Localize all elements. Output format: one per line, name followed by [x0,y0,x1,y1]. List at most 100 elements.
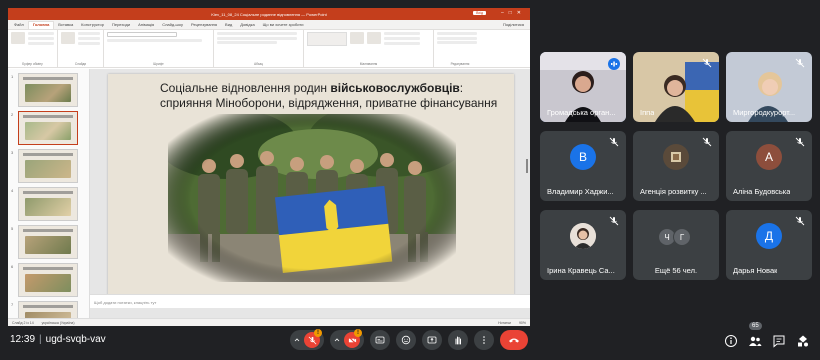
paste-icon[interactable] [11,32,25,44]
participant-tile[interactable]: Іппа [633,52,719,122]
microphone-control[interactable]: ! [290,329,324,350]
slide-scrollbar[interactable] [526,159,528,173]
mic-off-icon [609,137,619,147]
tab-slideshow[interactable]: Слайд-шоу [158,22,187,29]
participant-name: Ірина Кравець Са... [547,266,615,275]
participant-tile[interactable]: Агенція розвитку ... [633,131,719,201]
raise-hand-button[interactable] [448,330,468,350]
tab-insert[interactable]: Вставка [54,22,77,29]
slide-thumbnail[interactable]: 4 [11,187,78,221]
chevron-up-icon[interactable] [294,337,300,343]
chat-button[interactable] [772,334,786,348]
captions-button[interactable] [370,330,390,350]
avatar: Д [756,223,782,249]
share-button[interactable]: Поділитися [503,22,524,27]
participant-tile[interactable]: А Аліна Будовська [726,131,812,201]
participant-tile[interactable]: Д Дарья Новак [726,210,812,280]
activities-button[interactable] [796,334,810,348]
participant-name: Дарья Новак [733,266,778,275]
mic-off-icon [795,216,805,226]
info-icon [725,335,737,347]
participant-name: Миргородкурорт... [733,108,796,117]
participant-tile[interactable]: Ірина Кравець Са... [540,210,626,280]
camera-off-icon [348,336,356,344]
slide-title-bold: військовослужбовців [330,81,460,95]
activities-icon [798,335,808,347]
slide-thumbnail[interactable]: 6 [11,263,78,297]
mic-off-icon [702,137,712,147]
avatar: В [570,144,596,170]
more-options-icon [483,336,485,344]
shared-screen: Kiev_11_08_24 Соціальне родинне відновле… [8,8,530,326]
chevron-up-icon[interactable] [334,337,340,343]
tab-design[interactable]: Конструктор [77,22,108,29]
mic-off-icon [609,216,619,226]
quick-styles-icon[interactable] [367,32,381,44]
camera-control[interactable]: ! [330,329,364,350]
tab-home[interactable]: Головна [27,21,55,29]
present-icon [427,336,437,344]
tab-file[interactable]: Файл [10,22,28,29]
powerpoint-title-bar: Kiev_11_08_24 Соціальне родинне відновле… [8,8,530,20]
current-slide[interactable]: Соціальне відновлення родин військовослу… [108,74,514,296]
tell-me-search[interactable]: Що ви хочете зробити [259,22,308,29]
end-call-button[interactable] [500,330,528,350]
more-participants-tile[interactable]: Ч Г Ещё 56 чел. [633,210,719,280]
slide-number: 6 [11,264,14,269]
camera-toggle-button[interactable]: ! [344,329,362,348]
warning-icon: ! [354,329,362,337]
notes-toggle[interactable]: Нотатки [498,321,511,325]
participant-tile[interactable]: Миргородкурорт... [726,52,812,122]
group-label: Шрифт [153,62,164,66]
soldiers-with-flag-photo [168,114,456,282]
ribbon-group-editing: Редагування [434,30,486,67]
raise-hand-icon [455,336,461,345]
status-bar: Слайд 2 із 14 українська (Україна) Нотат… [8,318,530,326]
ribbon-tabs: Файл Головна Вставка Конструктор Переход… [8,20,530,30]
window-controls[interactable]: –□✕ [501,10,526,16]
slide-thumbnail[interactable]: 5 [11,225,78,259]
notes-pane[interactable]: Щоб додати нотатки, клацніть тут [90,294,530,308]
participant-tile[interactable]: В Владимир Хаджи... [540,131,626,201]
tab-review[interactable]: Рецензування [187,22,221,29]
reactions-button[interactable] [396,330,416,350]
chat-icon [773,335,785,348]
participant-name: Агенція розвитку ... [640,187,707,196]
present-button[interactable] [422,330,442,350]
slide-thumbnail[interactable]: 1 [11,73,78,107]
mic-off-icon [308,336,316,344]
organization-logo [663,144,689,170]
language-indicator[interactable]: українська (Україна) [42,321,75,325]
ribbon-group-paragraph: Абзац [214,30,304,67]
participant-name: Громадська орган... [547,108,616,117]
slide-thumbnail-active[interactable]: 2 [11,111,78,145]
slide-title: Соціальне відновлення родин військовослу… [160,81,500,111]
new-slide-icon[interactable] [61,32,75,44]
group-label: Слайди [74,62,87,66]
arrange-icon[interactable] [350,32,364,44]
ribbon-group-drawing: Малювання [304,30,434,67]
call-controls: ! ! [290,329,528,350]
participant-tile[interactable]: Громадська орган... [540,52,626,122]
powerpoint-workspace: 1 2 3 4 5 6 7 Соціальне відновлення роди… [8,69,530,326]
mic-toggle-button[interactable]: ! [304,329,322,348]
people-icon [749,336,762,346]
avatar: Г [673,228,691,246]
tab-transitions[interactable]: Переходи [108,22,134,29]
group-label: Редагування [450,62,470,66]
ribbon-group-font: Шрифт [104,30,214,67]
slide-number: 1 [11,74,14,79]
tab-animations[interactable]: Анімація [134,22,158,29]
end-call-icon [509,338,519,343]
slide-number: 3 [11,150,14,155]
meeting-details-button[interactable] [724,334,738,348]
tab-view[interactable]: Вид [221,22,236,29]
more-options-button[interactable] [474,330,494,350]
slide-thumbnail[interactable]: 3 [11,149,78,183]
mic-off-icon [795,58,805,68]
login-button[interactable]: Вхід [473,11,486,15]
people-button[interactable]: 65 [748,322,762,348]
window-title: Kiev_11_08_24 Соціальне родинне відновле… [211,11,327,17]
tab-help[interactable]: Довідка [236,22,258,29]
zoom-level[interactable]: 90% [519,321,526,325]
